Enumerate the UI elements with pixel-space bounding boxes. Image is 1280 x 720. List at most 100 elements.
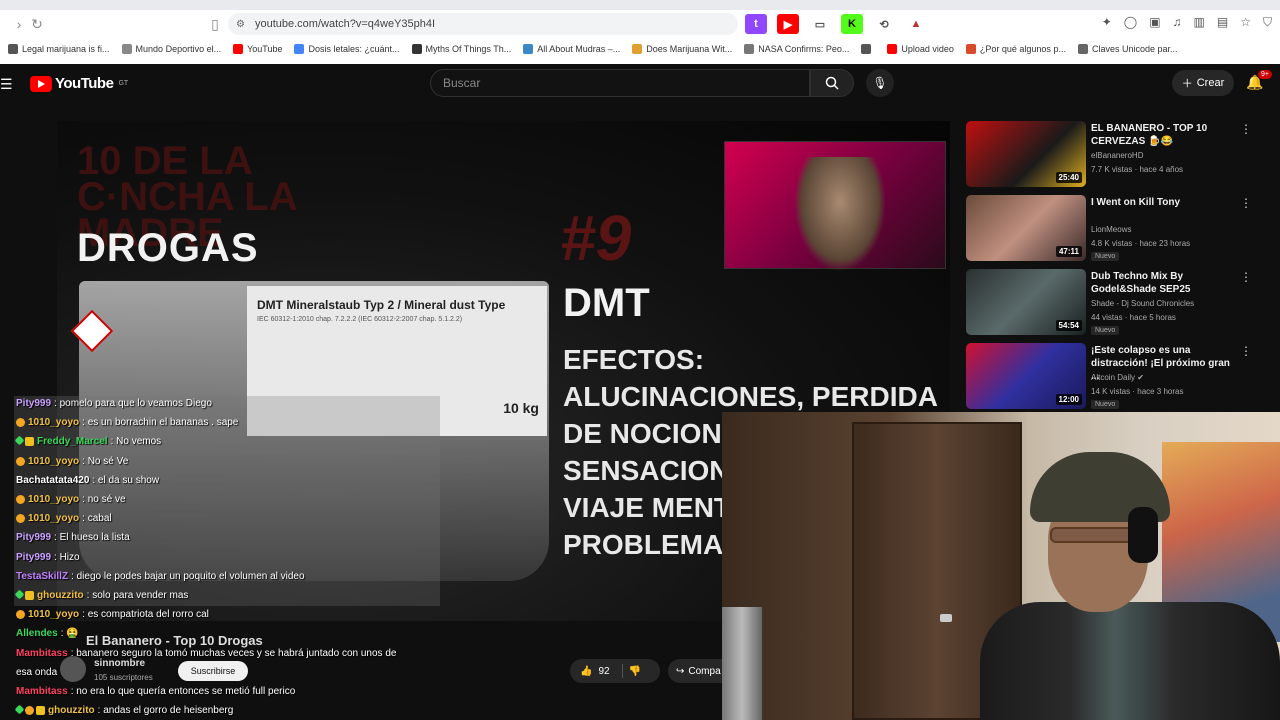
recommendation-thumbnail[interactable]: 25:40 [966, 121, 1086, 187]
recommendation-item[interactable]: 54:54 Dub Techno Mix By Godel&Shade SEP25… [966, 266, 1256, 340]
chat-text: : El hueso la lista [54, 532, 130, 544]
recommendation-channel[interactable]: Altcoin Daily ✔ [1091, 373, 1144, 382]
streamer-jacket [980, 602, 1280, 720]
shield-icon[interactable]: ⛉ [1263, 15, 1272, 30]
recommendation-item[interactable]: 12:00 ¡Este colapso es una distracción! ¡… [966, 340, 1256, 414]
recommendation-title[interactable]: I Went on Kill Tony [1091, 196, 1231, 209]
jar-title: DMT Mineralstaub Typ 2 / Mineral dust Ty… [257, 298, 506, 312]
bookmark-item[interactable]: Claves Unicode par... [1077, 44, 1178, 54]
like-icon[interactable]: 👍 [580, 666, 592, 677]
bookmark-item[interactable]: Myths Of Things Th... [411, 44, 511, 54]
bookmark-item[interactable]: Upload video [887, 44, 954, 54]
bookmark-star-icon[interactable]: ▯ [204, 13, 226, 35]
gold-badge-icon [16, 456, 25, 466]
menu-icon[interactable]: ☰ [0, 76, 14, 93]
bookmark-label: Dosis letales: ¿cuánt... [308, 44, 400, 54]
bookmark-label: All About Mudras –... [537, 44, 621, 54]
voice-search-button[interactable]: 🎙 [866, 69, 894, 97]
bookmark-item[interactable]: Mundo Deportivo el... [121, 44, 221, 54]
bookmark-item[interactable]: Legal marijuana is fi... [8, 44, 110, 54]
search-placeholder: Buscar [443, 76, 481, 90]
sidebar-icon[interactable]: ▥ [1194, 15, 1205, 30]
chat-username: Bachatatata420 [16, 474, 90, 486]
chat-message: 1010_yoyo: es compatriota del rorro cal [16, 609, 209, 620]
screenshot-icon[interactable]: ▣ [1149, 15, 1160, 30]
chat-badges [16, 514, 25, 524]
alert-extension-icon[interactable]: ▲ [905, 14, 927, 34]
headset [1128, 507, 1158, 563]
tab-strip [0, 0, 1280, 10]
country-code: GT [118, 80, 129, 87]
twitch-extension-icon[interactable]: t [745, 14, 767, 34]
video-category-text: DROGAS [77, 226, 259, 270]
chat-text: : es compatriota del rorro cal [82, 609, 209, 621]
create-button[interactable]: ＋ Crear [1172, 70, 1234, 96]
metal-cup [722, 607, 762, 720]
recommendation-item[interactable]: 25:40 EL BANANERO - TOP 10 CERVEZAS 🍺😂 elB… [966, 118, 1256, 192]
favorites-icon[interactable]: ☆ [1240, 15, 1251, 30]
search-input[interactable]: Buscar [430, 69, 810, 97]
wallet-icon[interactable]: ▤ [1217, 15, 1228, 30]
search-button[interactable] [810, 69, 854, 97]
bookmark-favicon-icon [861, 44, 872, 54]
more-options-icon[interactable]: ⋮ [1240, 270, 1252, 284]
bookmark-item[interactable]: Dosis letales: ¿cuánt... [294, 44, 400, 54]
bookmark-item[interactable]: NASA Confirms: Peo... [744, 44, 849, 54]
music-icon[interactable]: ♫ [1173, 15, 1182, 30]
bookmark-item[interactable] [861, 44, 875, 54]
chat-message: Mambitass: no era lo que quería entonces… [16, 686, 295, 697]
chat-badges [14, 435, 34, 447]
chat-username: ghouzzito [48, 705, 95, 717]
recommendation-item[interactable]: 47:11 I Went on Kill Tony LionMeows 4.8 K v… [966, 192, 1256, 266]
dislike-icon[interactable]: 👎 [629, 666, 641, 677]
recommendation-channel[interactable]: Shade - Dj Sound Chronicles [1091, 299, 1194, 308]
bookmark-label: Legal marijuana is fi... [22, 44, 110, 54]
chat-icon[interactable]: ◯ [1124, 15, 1137, 30]
bookmark-item[interactable]: Does Marijuana Wit... [632, 44, 732, 54]
bookmark-item[interactable]: ¿Por qué algunos p... [965, 44, 1066, 54]
extension-icon[interactable]: ⟲ [873, 14, 895, 34]
chat-text: : andas el gorro de heisenberg [97, 705, 234, 717]
chat-message: ghouzzito: andas el gorro de heisenberg [14, 704, 234, 717]
cast-icon[interactable]: ▭ [809, 14, 831, 34]
recommendation-title[interactable]: Dub Techno Mix By Godel&Shade SEP25 [1091, 270, 1231, 296]
chat-text: : no era lo que quería entonces se metió… [70, 686, 296, 697]
recommendation-title[interactable]: EL BANANERO - TOP 10 CERVEZAS 🍺😂 [1091, 122, 1231, 148]
chat-text: : es un borrachin el bananas . sape [82, 417, 239, 429]
recommendation-stats: 44 vistas · hace 5 horas [1091, 313, 1176, 322]
video-duration: 12:00 [1055, 394, 1082, 405]
more-options-icon[interactable]: ⋮ [1240, 344, 1252, 358]
more-options-icon[interactable]: ⋮ [1240, 122, 1252, 136]
chat-text: : solo para vender mas [86, 590, 189, 601]
microphone-icon: 🎙 [872, 76, 888, 90]
youtube-logo[interactable]: YouTube GT [30, 75, 128, 92]
recommendation-thumbnail[interactable]: 47:11 [966, 195, 1086, 261]
chat-username: ghouzzito [37, 590, 84, 601]
recommendation-thumbnail[interactable]: 54:54 [966, 269, 1086, 335]
bookmark-label: NASA Confirms: Peo... [758, 44, 850, 54]
chat-username: Mambitass [16, 647, 68, 659]
bookmark-favicon-icon [632, 44, 643, 54]
streamer-glasses [1050, 527, 1140, 543]
reload-icon[interactable]: ↻ [26, 13, 48, 35]
kick-extension-icon[interactable]: K [841, 14, 863, 34]
bookmarks-bar: Legal marijuana is fi... Mundo Deportivo … [0, 40, 1280, 58]
youtube-extension-icon[interactable]: ▶ [777, 14, 799, 34]
site-info-icon[interactable]: ⚙ [236, 19, 245, 30]
recommendation-channel[interactable]: LionMeows [1091, 225, 1131, 234]
recommendation-channel[interactable]: elBananeroHD [1091, 151, 1143, 160]
like-dislike-group: 👍 92 👎 [570, 659, 660, 683]
video-duration: 25:40 [1055, 172, 1082, 183]
address-bar[interactable]: ⚙ youtube.com/watch?v=q4weY35ph4I [228, 13, 738, 35]
recommendation-thumbnail[interactable]: 12:00 [966, 343, 1086, 409]
address-row: › ↻ ▯ ⚙ youtube.com/watch?v=q4weY35ph4I … [0, 10, 1280, 38]
picture-in-picture-video [724, 141, 946, 270]
video-rank-text: #9 [560, 202, 632, 274]
bookmark-item[interactable]: All About Mudras –... [523, 44, 620, 54]
more-options-icon[interactable]: ⋮ [1240, 196, 1252, 210]
bookmark-item[interactable]: YouTube [233, 44, 282, 54]
toolbar-right: ✦ ◯ ▣ ♫ ▥ ▤ ☆ ⛉ [1102, 15, 1272, 30]
extensions-puzzle-icon[interactable]: ✦ [1102, 15, 1112, 30]
recommendation-stats: 4.8 K vistas · hace 23 horas [1091, 239, 1191, 248]
pip-person [795, 157, 885, 270]
